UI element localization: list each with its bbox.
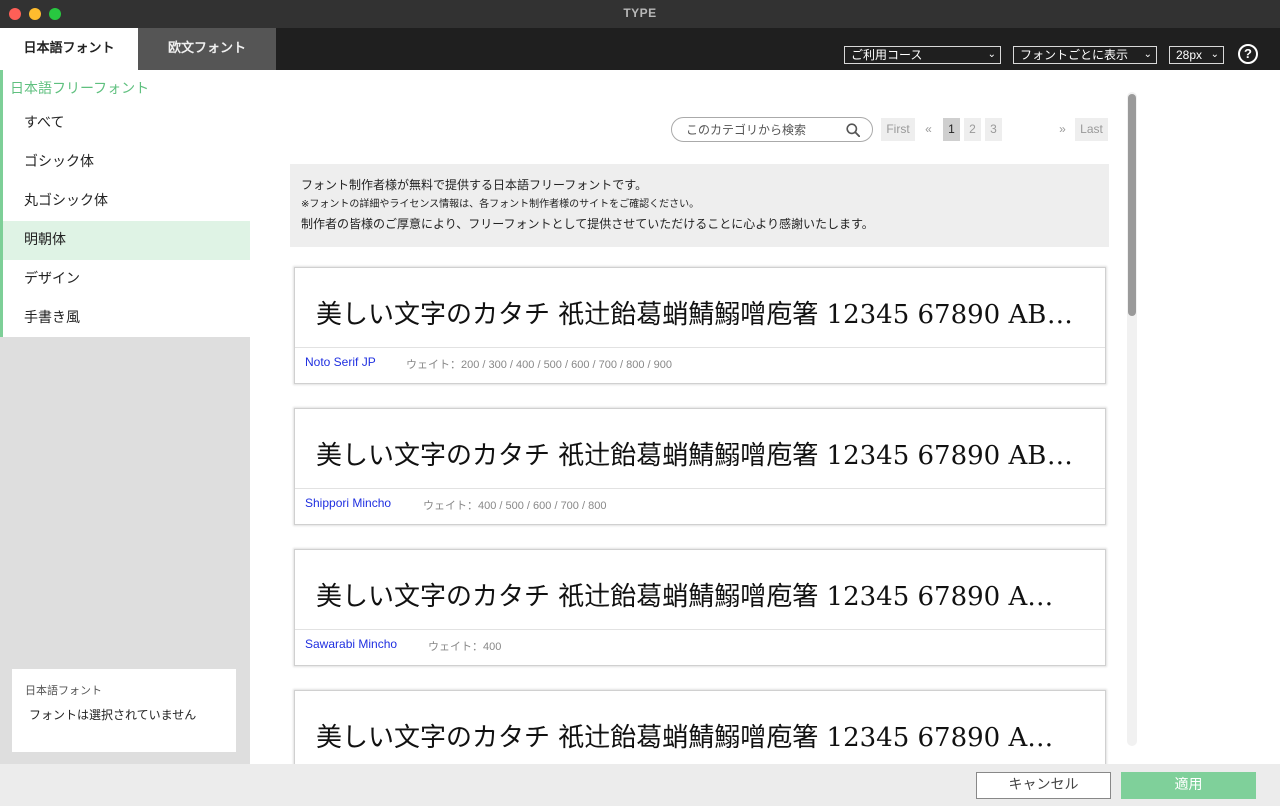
selected-font-title: 日本語フォント	[25, 684, 102, 697]
font-card[interactable]: 美しい文字のカタチ 祇辻飴葛蛸鯖鰯噌庖箸 12345 67890 ABCDEFG…	[294, 549, 1106, 666]
card-divider	[295, 629, 1105, 630]
description-note: ※フォントの詳細やライセンス情報は、各フォント制作者様のサイトをご確認ください。	[301, 199, 700, 210]
scrollbar[interactable]	[1127, 92, 1137, 746]
sidebar-item-gothic[interactable]: ゴシック体	[3, 143, 250, 182]
sidebar-item-handwriting[interactable]: 手書き風	[3, 299, 250, 338]
font-sample-text: 美しい文字のカタチ 祇辻飴葛蛸鯖鰯噌庖箸 12345 67890 ABCDEFG	[316, 441, 1086, 471]
pagination-first[interactable]: First	[881, 118, 915, 141]
card-divider	[295, 347, 1105, 348]
category-description: フォント制作者様が無料で提供する日本語フリーフォントです。 ※フォントの詳細やラ…	[290, 164, 1109, 247]
tab-japanese-fonts[interactable]: 日本語フォント	[0, 28, 138, 70]
tab-bar: 日本語フォント 欧文フォント ご利用コース ⌄ フォントごとに表示 ⌄ 28px…	[0, 28, 1280, 70]
sidebar-item-design[interactable]: デザイン	[3, 260, 250, 299]
font-size-select[interactable]: 28px ⌄	[1169, 46, 1224, 64]
sidebar: 日本語フリーフォント すべて ゴシック体 丸ゴシック体 明朝体 デザイン 手書き…	[0, 70, 250, 764]
font-weights: ウェイト：200 / 300 / 400 / 500 / 600 / 700 /…	[406, 359, 673, 371]
category-search	[671, 117, 873, 142]
sidebar-item-maru-gothic[interactable]: 丸ゴシック体	[3, 182, 250, 221]
category-list: 日本語フリーフォント すべて ゴシック体 丸ゴシック体 明朝体 デザイン 手書き…	[0, 70, 250, 337]
pagination-page-3[interactable]: 3	[985, 118, 1002, 141]
search-input[interactable]	[686, 121, 836, 138]
course-select[interactable]: ご利用コース ⌄	[844, 46, 1001, 64]
sidebar-item-mincho[interactable]: 明朝体	[3, 221, 250, 260]
selected-font-value: フォントは選択されていません	[29, 708, 197, 722]
search-icon[interactable]	[846, 123, 860, 137]
sidebar-item-all[interactable]: すべて	[3, 104, 250, 143]
font-sample-text: 美しい文字のカタチ 祇辻飴葛蛸鯖鰯噌庖箸 12345 67890 ABCDEFG	[316, 723, 1068, 753]
chevron-down-icon: ⌄	[1143, 49, 1152, 60]
description-line: 制作者の皆様のご厚意により、フリーフォントとして提供させていただけることに心より…	[301, 217, 874, 231]
tab-western-fonts[interactable]: 欧文フォント	[138, 28, 276, 70]
cancel-button[interactable]: キャンセル	[976, 772, 1111, 799]
font-size-value: 28px	[1176, 48, 1203, 62]
pagination-prev[interactable]: «	[920, 118, 937, 141]
font-card[interactable]: 美しい文字のカタチ 祇辻飴葛蛸鯖鰯噌庖箸 12345 67890 ABCDEFG…	[294, 408, 1106, 525]
font-weights: ウェイト：400 / 500 / 600 / 700 / 800	[423, 500, 607, 512]
font-name-link[interactable]: Sawarabi Mincho	[305, 637, 397, 651]
pagination-page-2[interactable]: 2	[964, 118, 981, 141]
font-name-link[interactable]: Shippori Mincho	[305, 496, 391, 510]
chevron-down-icon: ⌄	[987, 49, 996, 60]
font-weights: ウェイト：400	[428, 641, 502, 653]
dialog-footer: キャンセル 適用	[0, 764, 1280, 806]
description-line: フォント制作者様が無料で提供する日本語フリーフォントです。	[301, 178, 648, 192]
font-sample-text: 美しい文字のカタチ 祇辻飴葛蛸鯖鰯噌庖箸 12345 67890 ABCDEFG	[316, 300, 1086, 330]
pagination-next[interactable]: »	[1054, 118, 1071, 141]
font-list-panel: First « 1 2 3 » Last フォント制作者様が無料で提供する日本語…	[250, 70, 1280, 764]
course-select-value: ご利用コース	[851, 48, 923, 62]
help-icon[interactable]: ?	[1238, 44, 1258, 64]
chevron-down-icon: ⌄	[1210, 49, 1219, 60]
pagination-page-1[interactable]: 1	[943, 118, 960, 141]
font-name-link[interactable]: Noto Serif JP	[305, 355, 376, 369]
view-mode-value: フォントごとに表示	[1020, 48, 1129, 62]
font-sample-text: 美しい文字のカタチ 祇辻飴葛蛸鯖鰯噌庖箸 12345 67890 ABCDEFG	[316, 582, 1068, 612]
scrollbar-thumb[interactable]	[1128, 94, 1136, 316]
apply-button[interactable]: 適用	[1121, 772, 1256, 799]
window-title: TYPE	[623, 6, 657, 20]
font-card[interactable]: 美しい文字のカタチ 祇辻飴葛蛸鯖鰯噌庖箸 12345 67890 ABCDEFG…	[294, 267, 1106, 384]
pagination-last[interactable]: Last	[1075, 118, 1108, 141]
font-card[interactable]: 美しい文字のカタチ 祇辻飴葛蛸鯖鰯噌庖箸 12345 67890 ABCDEFG	[294, 690, 1106, 764]
title-bar: TYPE	[0, 0, 1280, 28]
category-heading[interactable]: 日本語フリーフォント	[10, 78, 149, 98]
view-mode-select[interactable]: フォントごとに表示 ⌄	[1013, 46, 1157, 64]
selected-font-panel: 日本語フォント フォントは選択されていません	[12, 669, 236, 752]
card-divider	[295, 488, 1105, 489]
